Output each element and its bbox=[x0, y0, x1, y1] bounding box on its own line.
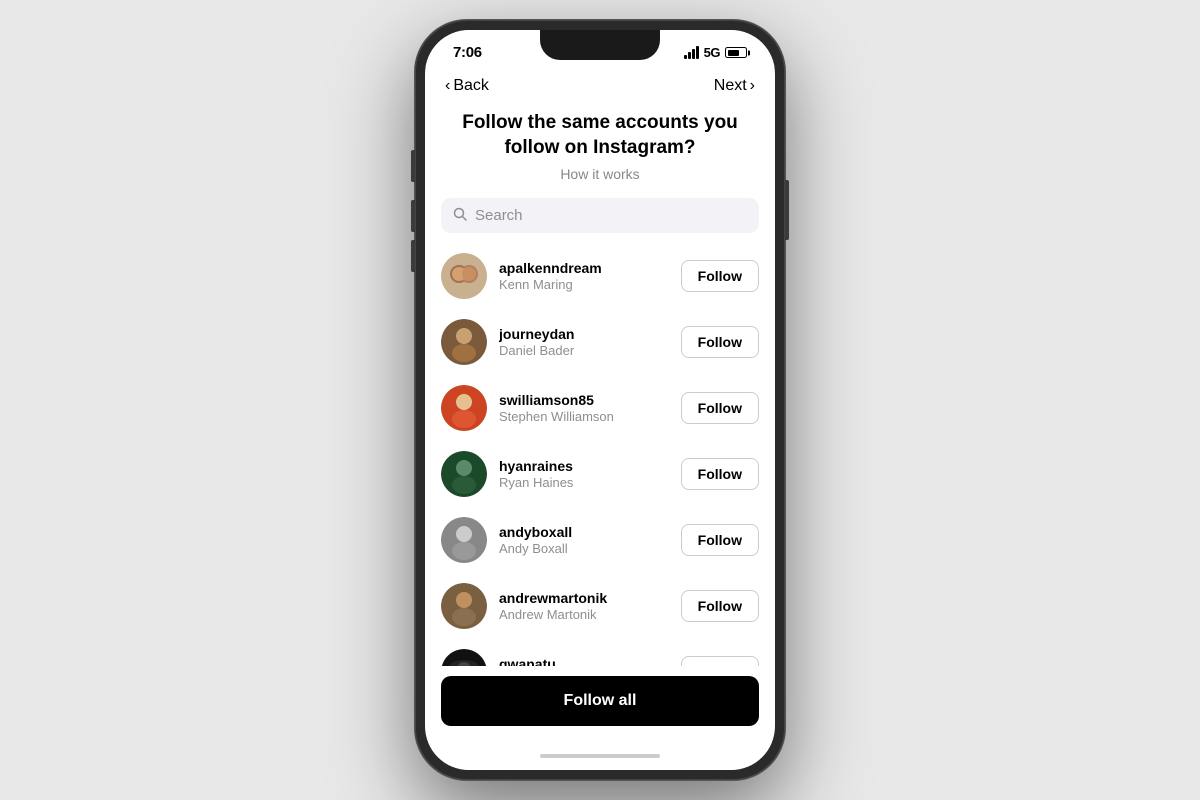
battery-fill bbox=[728, 50, 740, 56]
user-avatar bbox=[441, 253, 487, 299]
user-display-name: Andrew Martonik bbox=[499, 607, 669, 622]
follow-button[interactable]: Follow bbox=[681, 590, 759, 622]
user-display-name: Stephen Williamson bbox=[499, 409, 669, 424]
how-it-works-link[interactable]: How it works bbox=[449, 166, 751, 182]
page-header: Follow the same accounts you follow on I… bbox=[425, 103, 775, 198]
list-item: andyboxall Andy Boxall Follow bbox=[441, 507, 759, 573]
user-avatar bbox=[441, 583, 487, 629]
next-chevron-icon: › bbox=[750, 77, 755, 95]
user-handle: andyboxall bbox=[499, 524, 669, 540]
user-handle: andrewmartonik bbox=[499, 590, 669, 606]
user-display-name: Andy Boxall bbox=[499, 541, 669, 556]
notch bbox=[540, 30, 660, 60]
page-title: Follow the same accounts you follow on I… bbox=[449, 111, 751, 160]
follow-button[interactable]: Follow bbox=[681, 392, 759, 424]
search-icon bbox=[453, 207, 467, 224]
bar4 bbox=[696, 46, 699, 59]
battery-body bbox=[725, 47, 747, 58]
home-indicator bbox=[425, 742, 775, 770]
list-item: andrewmartonik Andrew Martonik Follow bbox=[441, 573, 759, 639]
user-info: andrewmartonik Andrew Martonik bbox=[499, 590, 669, 622]
follow-all-button[interactable]: Follow all bbox=[441, 676, 759, 726]
list-item: gwanatu Nicholas Sutrich Follow bbox=[441, 639, 759, 666]
user-avatar bbox=[441, 451, 487, 497]
user-info: hyanraines Ryan Haines bbox=[499, 458, 669, 490]
phone-screen: 7:06 5G ‹ bbox=[425, 30, 775, 770]
follow-button[interactable]: Follow bbox=[681, 458, 759, 490]
navigation-bar: ‹ Back Next › bbox=[425, 67, 775, 103]
status-time: 7:06 bbox=[453, 44, 482, 61]
search-box[interactable]: Search bbox=[441, 198, 759, 233]
user-info: swilliamson85 Stephen Williamson bbox=[499, 392, 669, 424]
home-bar bbox=[540, 754, 660, 758]
follow-button[interactable]: Follow bbox=[681, 656, 759, 666]
user-info: gwanatu Nicholas Sutrich bbox=[499, 656, 669, 666]
user-display-name: Daniel Bader bbox=[499, 343, 669, 358]
user-display-name: Ryan Haines bbox=[499, 475, 669, 490]
bar1 bbox=[684, 55, 687, 59]
user-avatar bbox=[441, 385, 487, 431]
phone-device: 7:06 5G ‹ bbox=[415, 20, 785, 780]
user-handle: apalkenndream bbox=[499, 260, 669, 276]
status-icons: 5G bbox=[684, 45, 747, 60]
user-avatar bbox=[441, 517, 487, 563]
user-handle: journeydan bbox=[499, 326, 669, 342]
bar3 bbox=[692, 49, 695, 59]
search-placeholder: Search bbox=[475, 207, 523, 224]
list-item: apalkenndream Kenn Maring Follow bbox=[441, 243, 759, 309]
signal-bars bbox=[684, 46, 699, 59]
user-display-name: Kenn Maring bbox=[499, 277, 669, 292]
user-info: journeydan Daniel Bader bbox=[499, 326, 669, 358]
user-info: andyboxall Andy Boxall bbox=[499, 524, 669, 556]
back-chevron-icon: ‹ bbox=[445, 77, 450, 95]
back-button[interactable]: ‹ Back bbox=[445, 77, 489, 95]
user-handle: hyanraines bbox=[499, 458, 669, 474]
back-label: Back bbox=[453, 77, 489, 95]
battery-indicator bbox=[725, 47, 747, 58]
list-item: swilliamson85 Stephen Williamson Follow bbox=[441, 375, 759, 441]
network-type: 5G bbox=[704, 45, 720, 60]
user-avatar bbox=[441, 649, 487, 666]
bar2 bbox=[688, 52, 691, 59]
user-info: apalkenndream Kenn Maring bbox=[499, 260, 669, 292]
search-container: Search bbox=[425, 198, 775, 243]
user-handle: swilliamson85 bbox=[499, 392, 669, 408]
user-list: apalkenndream Kenn Maring Follow journey… bbox=[425, 243, 775, 666]
user-avatar bbox=[441, 319, 487, 365]
user-handle: gwanatu bbox=[499, 656, 669, 666]
follow-button[interactable]: Follow bbox=[681, 260, 759, 292]
follow-all-container: Follow all bbox=[425, 666, 775, 742]
next-label: Next bbox=[714, 77, 747, 95]
follow-button[interactable]: Follow bbox=[681, 326, 759, 358]
list-item: hyanraines Ryan Haines Follow bbox=[441, 441, 759, 507]
next-button[interactable]: Next › bbox=[714, 77, 755, 95]
status-bar: 7:06 5G bbox=[425, 30, 775, 67]
screen-content: ‹ Back Next › Follow the same accounts y… bbox=[425, 67, 775, 742]
follow-button[interactable]: Follow bbox=[681, 524, 759, 556]
list-item: journeydan Daniel Bader Follow bbox=[441, 309, 759, 375]
